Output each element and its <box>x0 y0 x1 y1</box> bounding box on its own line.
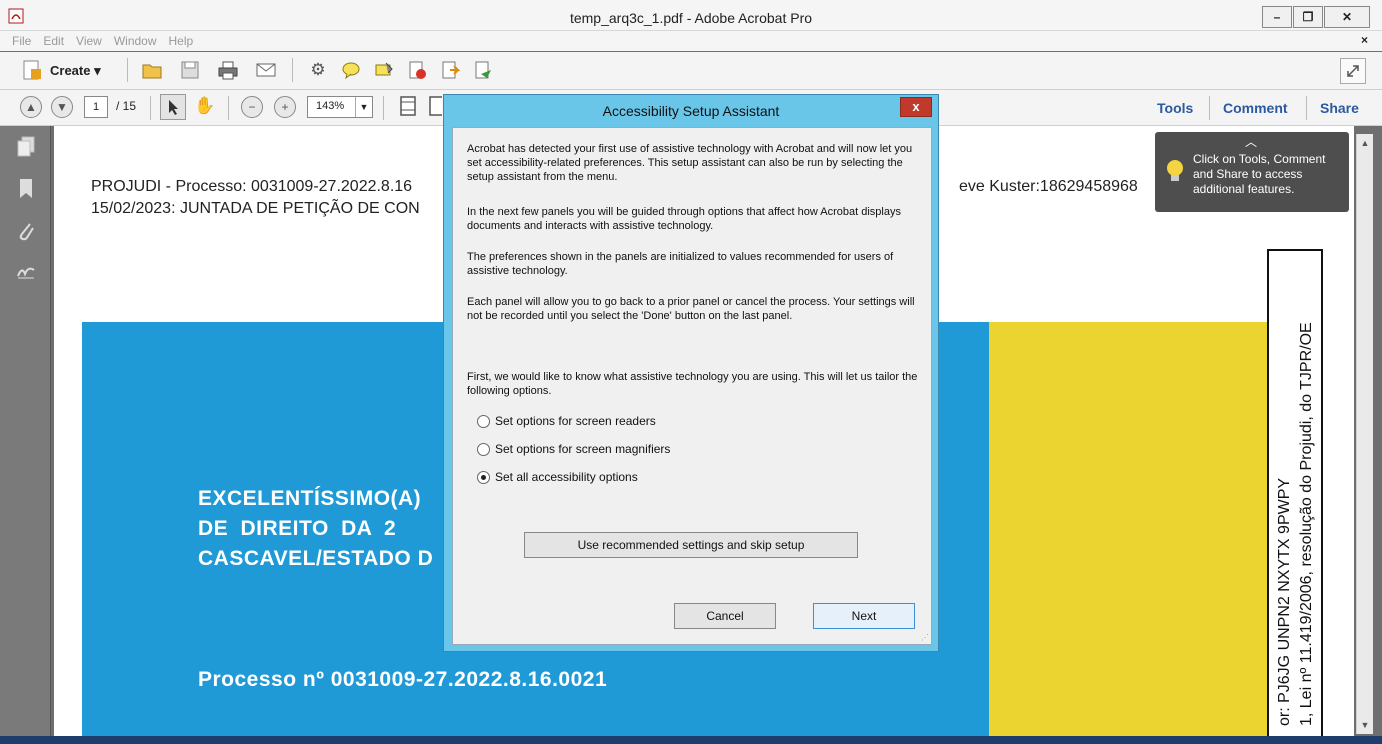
menu-bar: File Edit View Window Help <box>0 31 1382 51</box>
dialog-close-button[interactable]: x <box>900 97 932 117</box>
toolbar-divider <box>292 58 293 82</box>
cancel-button[interactable]: Cancel <box>674 603 776 629</box>
export-icon[interactable] <box>438 58 462 82</box>
lightbulb-icon <box>1165 158 1185 190</box>
gear-icon[interactable]: ⚙ <box>306 58 330 82</box>
attachments-icon[interactable] <box>16 220 36 244</box>
radio-all-options-label: Set all accessibility options <box>495 470 638 484</box>
tooltip-text: Click on Tools, Comment and Share to acc… <box>1193 152 1326 196</box>
menu-view[interactable]: View <box>76 34 102 48</box>
highlight-icon[interactable] <box>372 58 396 82</box>
skip-setup-button[interactable]: Use recommended settings and skip setup <box>524 532 858 558</box>
minimize-button[interactable]: – <box>1262 6 1292 28</box>
next-page-icon[interactable]: ▼ <box>51 96 73 118</box>
side-stamp-line2: 1, Lei nº 11.419/2006, resolução do Proj… <box>1298 322 1315 726</box>
page-total: / 15 <box>116 99 137 113</box>
print-icon[interactable] <box>216 58 240 82</box>
doc-header-line1: PROJUDI - Processo: 0031009-27.2022.8.16 <box>91 178 413 195</box>
window-title: temp_arq3c_1.pdf - Adobe Acrobat Pro <box>569 10 813 26</box>
radio-screen-magnifiers[interactable]: Set options for screen magnifiers <box>477 442 670 456</box>
doc-title-line1: EXCELENTÍSSIMO(A) <box>198 487 422 510</box>
question-paragraph: First, we would like to know what assist… <box>467 371 918 397</box>
radio-screen-readers-label: Set options for screen readers <box>495 414 656 428</box>
previous-page-icon[interactable]: ▲ <box>20 96 42 118</box>
fit-width-icon[interactable] <box>428 94 442 118</box>
scroll-down-icon[interactable]: ▼ <box>1359 720 1371 732</box>
title-bar: temp_arq3c_1.pdf - Adobe Acrobat Pro – ❐… <box>0 0 1382 31</box>
next-button[interactable]: Next <box>813 603 915 629</box>
doc-header-line2: 15/02/2023: JUNTADA DE PETIÇÃO DE CON <box>91 200 420 217</box>
yellow-banner <box>989 322 1269 744</box>
page-thumbnails-icon[interactable] <box>16 136 36 160</box>
signatures-icon[interactable] <box>16 262 36 286</box>
comment-icon[interactable] <box>339 58 363 82</box>
toolbar-divider <box>383 96 384 120</box>
menu-window[interactable]: Window <box>114 34 157 48</box>
menu-edit[interactable]: Edit <box>43 34 64 48</box>
page-number-input[interactable]: 1 <box>84 96 108 118</box>
create-button[interactable]: Create ▾ <box>50 63 101 79</box>
toolbar-divider <box>1306 96 1307 120</box>
maximize-button[interactable]: ❐ <box>1293 6 1323 28</box>
fit-page-icon[interactable] <box>396 94 420 118</box>
radio-screen-magnifiers-label: Set options for screen magnifiers <box>495 442 671 456</box>
zoom-out-icon[interactable]: − <box>241 96 263 118</box>
zoom-select[interactable]: 143% ▼ <box>307 96 373 118</box>
bookmarks-icon[interactable] <box>16 178 36 202</box>
document-close-button[interactable]: × <box>1361 33 1368 47</box>
dialog-title: Accessibility Setup Assistant <box>602 103 780 119</box>
window-controls: – ❐ ✕ <box>1261 6 1370 28</box>
select-tool-icon[interactable] <box>160 94 186 120</box>
guidance-paragraph: In the next few panels you will be guide… <box>467 206 901 232</box>
side-stamp-line1: or: PJ6JG UNPN2 NXYTX 9PWPY <box>1276 477 1293 726</box>
toolbar-divider <box>150 96 151 120</box>
open-folder-icon[interactable] <box>140 58 164 82</box>
navigation-paragraph: Each panel will allow you to go back to … <box>467 296 915 322</box>
tools-panel-button[interactable]: Tools <box>1157 100 1193 116</box>
accessibility-setup-dialog: Accessibility Setup Assistant x Acrobat … <box>443 94 939 652</box>
toolbar-divider <box>228 96 229 120</box>
close-window-button[interactable]: ✕ <box>1324 6 1370 28</box>
zoom-value: 143% <box>316 100 345 112</box>
email-icon[interactable] <box>254 58 278 82</box>
radio-button-icon[interactable] <box>477 414 490 428</box>
doc-title-line2: DE DIREITO DA 2 <box>198 517 397 540</box>
doc-title-line3: CASCAVEL/ESTADO D <box>198 547 434 570</box>
intro-paragraph: Acrobat has detected your first use of a… <box>467 143 913 183</box>
doc-header-line1-right: eve Kuster:18629458968 <box>959 178 1138 195</box>
comment-panel-button[interactable]: Comment <box>1223 100 1288 116</box>
redact-icon[interactable] <box>405 58 429 82</box>
chevron-down-icon: ▼ <box>355 97 372 117</box>
main-toolbar: Create ▾ ⚙ <box>0 52 1382 90</box>
menu-file[interactable]: File <box>12 34 31 48</box>
toolbar-divider <box>127 58 128 82</box>
side-stamp-text: or: PJ6JG UNPN2 NXYTX 9PWPY 1, Lei nº 11… <box>1274 322 1318 726</box>
toolbar-divider <box>1209 96 1210 120</box>
hand-tool-icon[interactable]: ✋ <box>193 94 217 118</box>
taskbar <box>0 736 1382 744</box>
sign-icon[interactable] <box>471 58 495 82</box>
create-pdf-icon[interactable] <box>20 58 44 82</box>
expand-icon[interactable] <box>1340 58 1366 84</box>
share-panel-button[interactable]: Share <box>1320 100 1359 116</box>
left-navigation-pane <box>0 126 51 744</box>
radio-button-icon[interactable] <box>477 442 490 456</box>
zoom-in-icon[interactable]: + <box>274 96 296 118</box>
preferences-paragraph: The preferences shown in the panels are … <box>467 251 894 277</box>
radio-button-selected-icon[interactable] <box>477 470 490 484</box>
radio-screen-readers[interactable]: Set options for screen readers <box>477 414 656 428</box>
radio-all-options[interactable]: Set all accessibility options <box>477 470 638 484</box>
scroll-up-icon[interactable]: ▲ <box>1359 138 1371 150</box>
process-number: Processo nº 0031009-27.2022.8.16.0021 <box>198 668 608 691</box>
tools-tooltip: ︿ Click on Tools, Comment and Share to a… <box>1155 132 1349 212</box>
dialog-body: Acrobat has detected your first use of a… <box>452 127 932 645</box>
save-icon[interactable] <box>178 58 202 82</box>
resize-grip-icon[interactable]: ⋰ <box>921 633 929 642</box>
menu-help[interactable]: Help <box>169 34 194 48</box>
chevron-up-icon[interactable]: ︿ <box>1245 135 1257 150</box>
vertical-scrollbar[interactable]: ▲ ▼ <box>1356 134 1373 734</box>
